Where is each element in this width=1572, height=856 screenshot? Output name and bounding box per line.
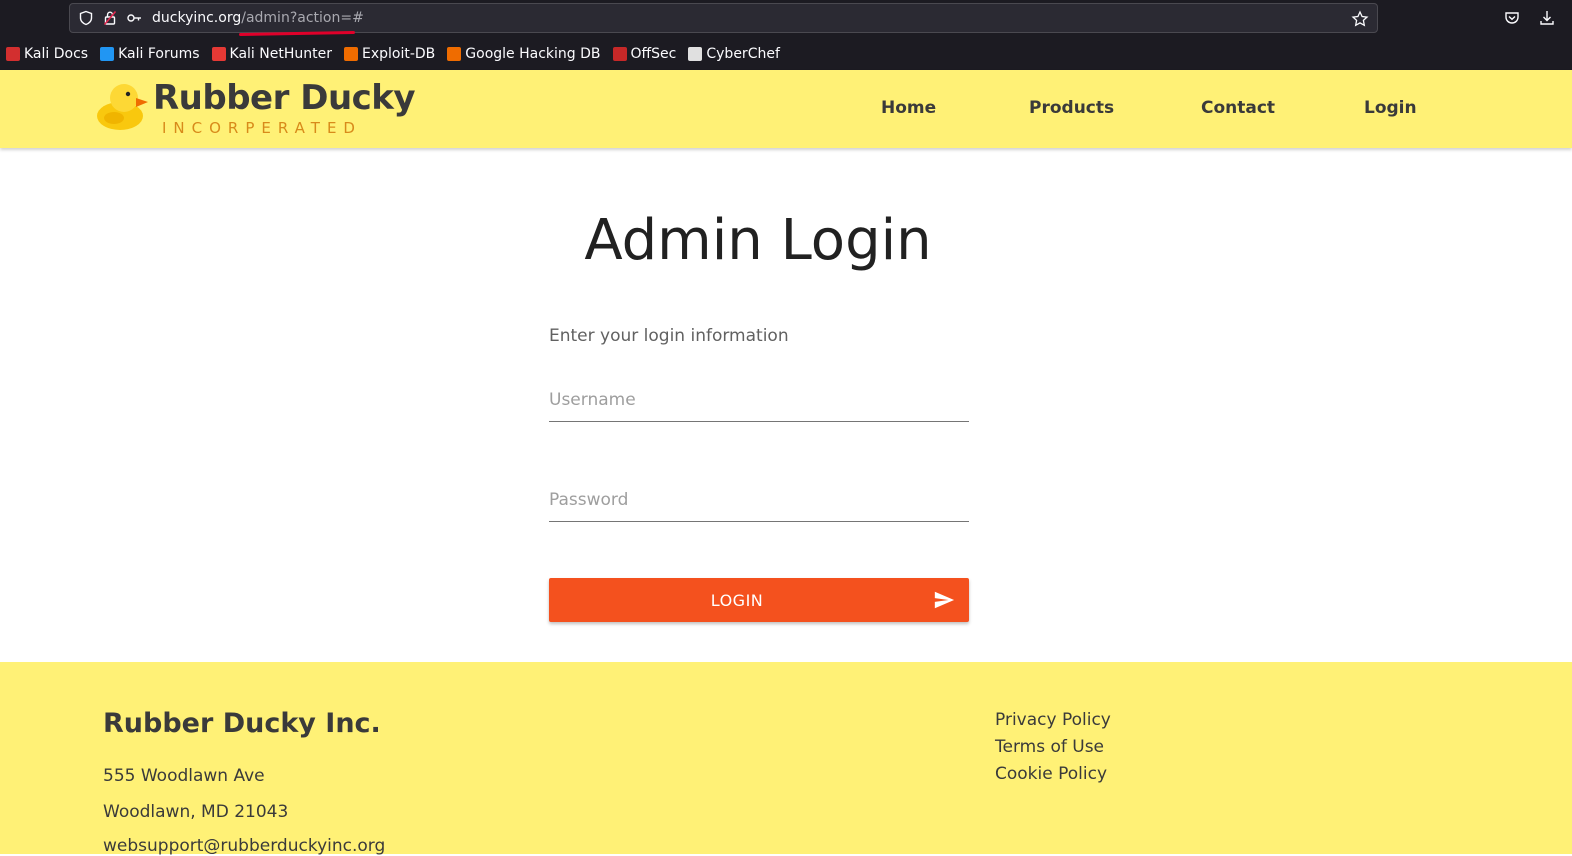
- nav-contact[interactable]: Contact: [1201, 98, 1275, 118]
- bookmark-kali-docs[interactable]: Kali Docs: [6, 46, 88, 62]
- footer-link-terms-of-use[interactable]: Terms of Use: [995, 737, 1104, 757]
- form-subtitle: Enter your login information: [549, 326, 789, 346]
- footer-company-name: Rubber Ducky Inc.: [103, 708, 381, 739]
- login-button-label: LOGIN: [710, 591, 764, 610]
- cyberchef-icon: [688, 47, 703, 61]
- browser-chrome: duckyinc.org/admin?action=# Kali Docs Ka…: [0, 0, 1572, 70]
- url-path: /admin?action=#: [241, 10, 364, 26]
- url-text[interactable]: duckyinc.org/admin?action=#: [152, 10, 364, 37]
- insecure-lock-icon[interactable]: [102, 10, 118, 26]
- bookmark-exploit-db[interactable]: Exploit-DB: [343, 46, 435, 62]
- bookmark-star-icon[interactable]: [1351, 10, 1369, 28]
- username-input[interactable]: [549, 378, 969, 422]
- bookmark-google-hacking-db[interactable]: Google Hacking DB: [447, 46, 601, 62]
- url-host: duckyinc.org: [152, 10, 242, 26]
- exploit-db-icon: [343, 47, 358, 61]
- bookmark-kali-forums[interactable]: Kali Forums: [100, 46, 200, 62]
- password-input[interactable]: [549, 478, 969, 522]
- logo-subtitle: INCORPERATED: [162, 119, 362, 137]
- nav-products[interactable]: Products: [1029, 98, 1114, 118]
- login-button[interactable]: LOGIN: [549, 578, 969, 622]
- send-icon: [934, 591, 955, 609]
- offsec-icon: [612, 47, 627, 61]
- bookmark-kali-nethunter[interactable]: Kali NetHunter: [211, 46, 332, 62]
- footer-address-line1: 555 Woodlawn Ave: [103, 766, 265, 786]
- login-form: Enter your login information LOGIN: [549, 326, 969, 622]
- nav-home[interactable]: Home: [881, 98, 936, 118]
- nav-login[interactable]: Login: [1364, 98, 1417, 118]
- kali-docs-icon: [6, 47, 20, 61]
- url-bar[interactable]: duckyinc.org/admin?action=#: [69, 3, 1378, 37]
- google-hacking-db-icon: [447, 47, 462, 61]
- bookmarks-bar: Kali Docs Kali Forums Kali NetHunter Exp…: [0, 42, 786, 66]
- kali-nethunter-icon: [211, 47, 226, 61]
- pocket-icon[interactable]: [1503, 9, 1521, 27]
- footer-link-cookie-policy[interactable]: Cookie Policy: [995, 764, 1107, 784]
- logo-title: Rubber Ducky: [153, 78, 416, 118]
- red-underline-annotation: [238, 30, 356, 37]
- key-icon[interactable]: [126, 10, 142, 26]
- footer-email[interactable]: websupport@rubberduckyinc.org: [103, 836, 385, 856]
- bookmark-offsec[interactable]: OffSec: [612, 46, 676, 62]
- bookmark-cyberchef[interactable]: CyberChef: [688, 46, 780, 62]
- logo[interactable]: Rubber Ducky INCORPERATED: [96, 76, 416, 140]
- rubber-duck-icon: [97, 84, 148, 130]
- kali-forums-icon: [100, 47, 115, 61]
- site-header: Rubber Ducky INCORPERATED Home Products …: [0, 70, 1572, 148]
- page-title: Admin Login: [584, 208, 932, 273]
- footer-address-line2: Woodlawn, MD 21043: [103, 802, 289, 822]
- download-icon[interactable]: [1538, 9, 1556, 27]
- site-footer: Rubber Ducky Inc. 555 Woodlawn Ave Woodl…: [0, 662, 1572, 856]
- footer-link-privacy-policy[interactable]: Privacy Policy: [995, 710, 1111, 730]
- shield-icon[interactable]: [78, 10, 94, 26]
